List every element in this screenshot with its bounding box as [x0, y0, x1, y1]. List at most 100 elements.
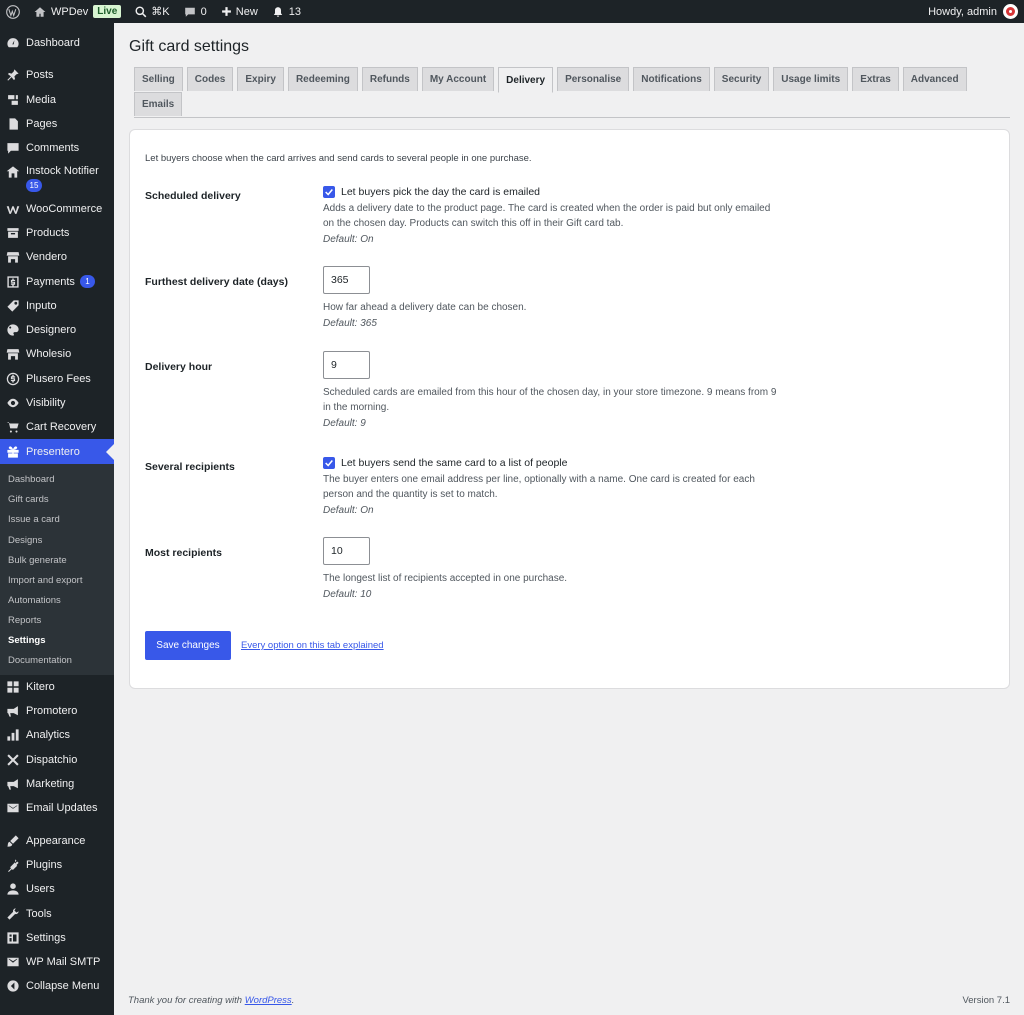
tab-personalise[interactable]: Personalise [557, 67, 630, 91]
options-explained-link[interactable]: Every option on this tab explained [241, 640, 384, 651]
sidebar-item-visibility[interactable]: Visibility [0, 391, 114, 415]
sidebar-item-marketing[interactable]: Marketing [0, 772, 114, 796]
sidebar-item-label: Media [26, 93, 56, 106]
submenu-item-settings[interactable]: Settings [0, 631, 114, 651]
dollar-circle-icon [6, 372, 20, 386]
footer-thanks-prefix: Thank you for creating with [128, 995, 245, 1006]
tab-my-account[interactable]: My Account [421, 67, 495, 91]
several-recipients-checkbox-label[interactable]: Let buyers send the same card to a list … [341, 457, 567, 469]
sidebar-item-label: Settings [26, 931, 66, 944]
tab-expiry[interactable]: Expiry [237, 67, 284, 91]
pin-icon [6, 68, 20, 82]
submenu-item-dashboard[interactable]: Dashboard [0, 470, 114, 490]
howdy-user-menu[interactable]: Howdy, admin [928, 6, 997, 18]
tab-refunds[interactable]: Refunds [361, 67, 418, 91]
submenu-item-issue-a-card[interactable]: Issue a card [0, 510, 114, 530]
store-icon [6, 250, 20, 264]
several-recipients-checkbox[interactable] [323, 457, 335, 469]
sidebar-item-wp-mail-smtp[interactable]: WP Mail SMTP [0, 950, 114, 974]
scheduled-delivery-label: Scheduled delivery [145, 190, 241, 202]
tab-delivery[interactable]: Delivery [498, 67, 554, 93]
sidebar-item-wholesio[interactable]: Wholesio [0, 342, 114, 366]
sidebar-item-cart-recovery[interactable]: Cart Recovery [0, 415, 114, 439]
sidebar-item-dispatchio[interactable]: Dispatchio [0, 748, 114, 772]
sidebar-item-comments[interactable]: Comments [0, 136, 114, 160]
tab-emails[interactable]: Emails [134, 92, 183, 116]
sidebar-item-analytics[interactable]: Analytics [0, 723, 114, 747]
wordpress-logo-icon[interactable] [0, 0, 27, 23]
sidebar-item-dashboard[interactable]: Dashboard [0, 31, 114, 55]
sidebar-item-label: Posts [26, 69, 54, 82]
tab-redeeming[interactable]: Redeeming [287, 67, 358, 91]
most-recipients-input[interactable]: 10 [323, 537, 370, 565]
user-icon [6, 882, 20, 896]
collapse-menu-button[interactable]: Collapse Menu [0, 974, 114, 998]
sidebar-item-plusero-fees[interactable]: Plusero Fees [0, 367, 114, 391]
tab-security[interactable]: Security [713, 67, 770, 91]
sidebar-item-products[interactable]: Products [0, 221, 114, 245]
sidebar-item-payments[interactable]: Payments 1 [0, 269, 114, 293]
tab-advanced[interactable]: Advanced [902, 67, 967, 91]
sidebar-item-plugins[interactable]: Plugins [0, 853, 114, 877]
tab-extras[interactable]: Extras [852, 67, 899, 91]
new-content-menu[interactable]: New [214, 0, 265, 23]
scheduled-delivery-checkbox-label[interactable]: Let buyers pick the day the card is emai… [341, 186, 540, 198]
submenu-item-reports[interactable]: Reports [0, 610, 114, 630]
sidebar-item-woocommerce[interactable]: WooCommerce [0, 196, 114, 220]
sidebar-item-appearance[interactable]: Appearance [0, 828, 114, 852]
delivery-hour-input[interactable]: 9 [323, 351, 370, 379]
store-icon [6, 347, 20, 361]
palette-icon [6, 323, 20, 337]
furthest-delivery-input[interactable]: 365 [323, 266, 370, 294]
avatar[interactable] [1003, 4, 1018, 19]
sidebar-item-label: Collapse Menu [26, 980, 100, 993]
site-name-menu[interactable]: WPDev Live [27, 0, 128, 23]
sidebar-item-label: Comments [26, 142, 80, 155]
submenu-item-gift-cards[interactable]: Gift cards [0, 490, 114, 510]
sidebar-item-posts[interactable]: Posts [0, 63, 114, 87]
wordpress-link[interactable]: WordPress [245, 995, 292, 1006]
tab-notifications[interactable]: Notifications [633, 67, 710, 91]
save-changes-button[interactable]: Save changes [145, 631, 231, 660]
submenu-item-import-and-export[interactable]: Import and export [0, 570, 114, 590]
sidebar-item-instock-notifier[interactable]: Instock Notifier 15 [0, 160, 114, 193]
sidebar-item-media[interactable]: Media [0, 88, 114, 112]
sidebar-item-tools[interactable]: Tools [0, 901, 114, 925]
comments-menu[interactable]: 0 [177, 0, 214, 23]
sidebar-item-settings[interactable]: Settings [0, 926, 114, 950]
sidebar-item-inputo[interactable]: Inputo [0, 294, 114, 318]
sidebar-item-label: Analytics [26, 729, 71, 742]
command-palette-button[interactable]: ⌘K [128, 0, 176, 23]
sidebar-item-label: Pages [26, 118, 58, 131]
scheduled-delivery-description: Adds a delivery date to the product page… [323, 203, 771, 229]
sidebar-item-email-updates[interactable]: Email Updates [0, 796, 114, 820]
sidebar-item-kitero[interactable]: Kitero [0, 675, 114, 699]
delivery-hour-default: Default: 9 [323, 418, 366, 429]
tab-usage-limits[interactable]: Usage limits [773, 67, 849, 91]
cart-icon [6, 420, 20, 434]
brush-icon [6, 834, 20, 848]
sidebar-item-label: Kitero [26, 680, 55, 693]
furthest-delivery-label: Furthest delivery date (days) [145, 276, 288, 288]
sidebar-item-label: Plugins [26, 858, 63, 871]
sidebar-item-presentero[interactable]: Presentero [0, 439, 114, 464]
submenu-item-designs[interactable]: Designs [0, 530, 114, 550]
submenu-item-bulk-generate[interactable]: Bulk generate [0, 550, 114, 570]
collapse-icon [6, 979, 20, 993]
tab-codes[interactable]: Codes [186, 67, 234, 91]
submenu-item-documentation[interactable]: Documentation [0, 651, 114, 671]
sidebar-item-label: Products [26, 226, 70, 239]
sidebar-item-promotero[interactable]: Promotero [0, 699, 114, 723]
sidebar-item-users[interactable]: Users [0, 877, 114, 901]
admin-bar: WPDev Live ⌘K 0 New 13 Howdy, admin [0, 0, 1024, 23]
sidebar-item-label: Visibility [26, 397, 66, 409]
notifications-menu[interactable]: 13 [265, 0, 308, 23]
sidebar-item-label: Designero [26, 324, 77, 337]
comment-bubble-icon [184, 7, 195, 17]
scheduled-delivery-checkbox[interactable] [323, 186, 335, 198]
submenu-item-automations[interactable]: Automations [0, 590, 114, 610]
sidebar-item-designero[interactable]: Designero [0, 318, 114, 342]
sidebar-item-vendero[interactable]: Vendero [0, 245, 114, 269]
sidebar-item-pages[interactable]: Pages [0, 112, 114, 136]
tab-selling[interactable]: Selling [134, 67, 183, 91]
